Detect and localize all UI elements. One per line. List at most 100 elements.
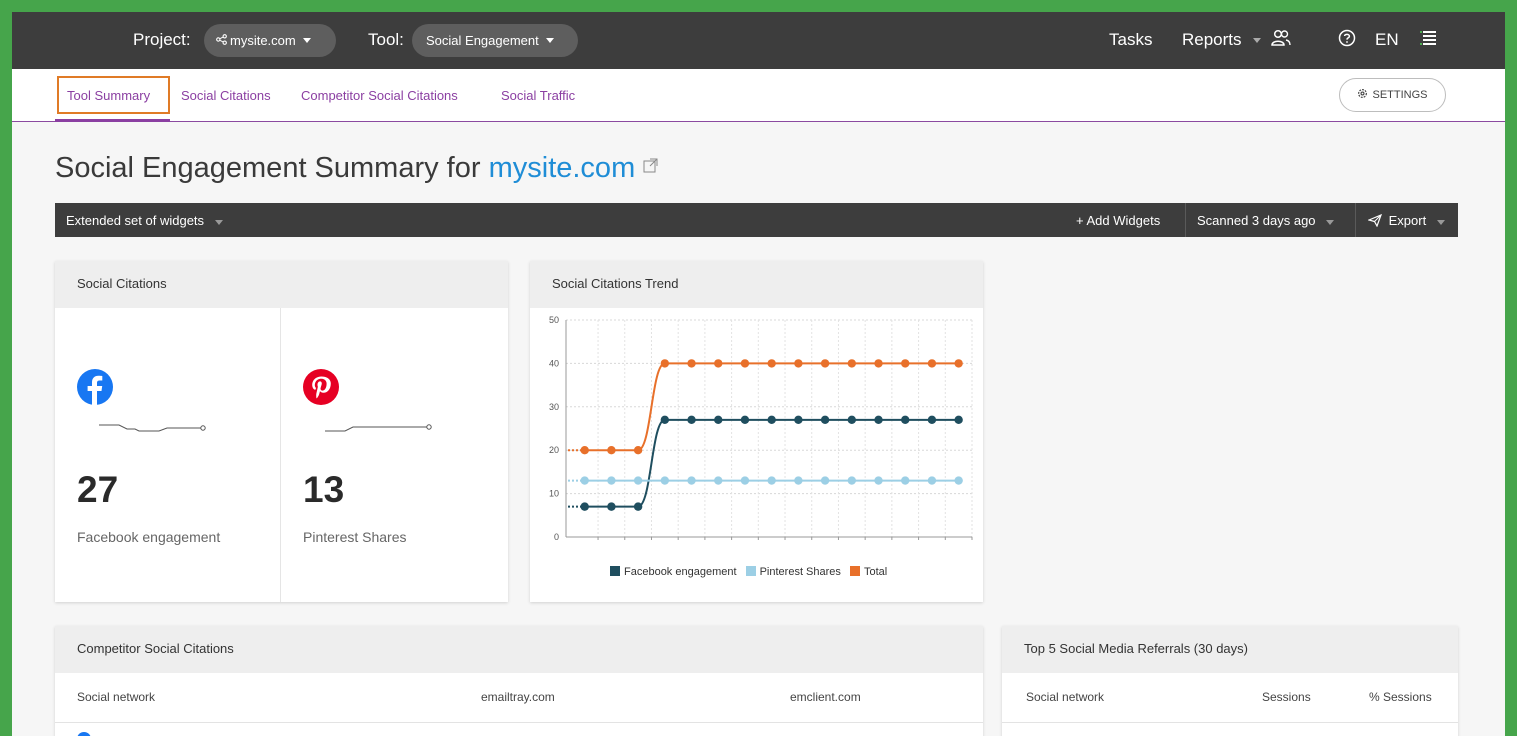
project-value: mysite.com <box>230 33 296 48</box>
data-point <box>607 502 616 511</box>
y-tick-label: 30 <box>549 402 559 412</box>
data-point <box>633 446 643 455</box>
facebook-label: Facebook engagement <box>77 529 221 545</box>
legend-label[interactable]: Pinterest Shares <box>760 566 841 578</box>
facebook-icon <box>77 369 113 410</box>
legend-label[interactable]: Facebook engagement <box>624 566 737 578</box>
data-point <box>607 476 616 485</box>
data-point <box>687 415 696 425</box>
data-point <box>927 476 937 485</box>
tool-selector[interactable]: Social Engagement <box>412 24 578 57</box>
data-point <box>740 476 750 485</box>
data-point <box>847 359 857 368</box>
add-widgets-button[interactable]: + Add Widgets <box>1076 213 1160 228</box>
data-point <box>954 476 963 485</box>
project-label: Project: <box>133 30 191 49</box>
chevron-down-icon <box>302 38 311 43</box>
tab-social-citations[interactable]: Social Citations <box>181 88 271 103</box>
social-citations-widget: Social Citations 27 Facebook engagement … <box>55 261 508 602</box>
data-point <box>901 415 910 425</box>
top-social-referrals-widget: Top 5 Social Media Referrals (30 days) S… <box>1002 626 1458 736</box>
pinterest-count: 13 <box>303 469 345 510</box>
social-citations-trend-widget: Social Citations Trend 0 10 20 30 40 50 Faceb… <box>530 261 983 602</box>
toolbar-divider <box>1185 203 1186 237</box>
settings-label: SETTINGS <box>1372 89 1428 101</box>
y-tick-label: 10 <box>549 489 559 499</box>
data-point <box>901 359 910 368</box>
chevron-down-icon <box>1436 220 1445 225</box>
language-selector[interactable]: EN <box>1375 30 1399 50</box>
data-point <box>954 415 963 425</box>
team-icon[interactable] <box>1269 26 1293 50</box>
column-header[interactable]: Sessions <box>1262 690 1311 704</box>
data-point <box>820 415 830 425</box>
data-point <box>580 446 589 455</box>
data-point <box>580 502 589 511</box>
facebook-stat: 27 Facebook engagement <box>55 308 281 602</box>
chevron-down-icon <box>1253 38 1262 44</box>
legend-swatch <box>745 566 756 576</box>
data-point <box>820 359 830 368</box>
data-point <box>660 476 670 485</box>
reports-menu[interactable]: Reports <box>1182 30 1262 50</box>
export-label: Export <box>1388 213 1427 228</box>
column-header[interactable]: % Sessions <box>1369 690 1432 704</box>
external-link-icon[interactable] <box>643 148 658 181</box>
reports-label: Reports <box>1182 30 1242 49</box>
data-point <box>847 476 857 485</box>
legend-label[interactable]: Total <box>864 566 887 578</box>
scan-status-label: Scanned 3 days ago <box>1197 213 1316 228</box>
data-point <box>954 359 963 368</box>
site-link[interactable]: mysite.com <box>489 152 636 184</box>
tab-social-traffic[interactable]: Social Traffic <box>501 88 575 103</box>
help-icon[interactable] <box>1335 26 1359 50</box>
active-tab-underline <box>55 119 170 122</box>
pinterest-icon <box>303 369 339 410</box>
tabs-bar: Tool Summary Social Citations Competitor… <box>12 69 1505 122</box>
data-point <box>633 476 643 485</box>
data-point <box>714 415 723 425</box>
data-point <box>794 415 803 425</box>
data-point <box>874 415 883 425</box>
data-point <box>714 359 723 368</box>
pinterest-label: Pinterest Shares <box>303 529 407 545</box>
data-point <box>660 359 670 368</box>
data-point <box>901 476 910 485</box>
tab-competitor-social-citations[interactable]: Competitor Social Citations <box>301 88 458 103</box>
table-divider <box>55 722 983 723</box>
export-button[interactable]: Export <box>1367 213 1445 230</box>
menu-icon[interactable] <box>1417 26 1441 50</box>
data-point <box>794 359 803 368</box>
data-point <box>687 476 696 485</box>
pinterest-stat: 13 Pinterest Shares <box>281 308 508 602</box>
data-point <box>767 415 776 425</box>
data-point <box>687 359 696 368</box>
chart-legend: Facebook engagement Pinterest Shares Tot… <box>604 566 887 578</box>
pinterest-sparkline <box>325 424 432 432</box>
data-point <box>767 359 776 368</box>
column-header[interactable]: emclient.com <box>790 690 861 704</box>
scan-status-dropdown[interactable]: Scanned 3 days ago <box>1197 213 1335 228</box>
widget-toolbar: Extended set of widgets + Add Widgets Sc… <box>55 203 1458 237</box>
send-icon <box>1367 213 1383 230</box>
facebook-sparkline <box>99 424 206 432</box>
data-point <box>714 476 723 485</box>
trend-chart: 0 10 20 30 40 50 <box>549 315 973 542</box>
data-point <box>740 359 750 368</box>
chevron-down-icon <box>1326 220 1335 225</box>
facebook-icon <box>77 732 91 736</box>
column-header[interactable]: Social network <box>1026 690 1104 704</box>
tab-tool-summary[interactable]: Tool Summary <box>67 88 150 103</box>
project-selector[interactable]: mysite.com <box>204 24 336 57</box>
column-header[interactable]: emailtray.com <box>481 690 555 704</box>
column-header[interactable]: Social network <box>77 690 155 704</box>
settings-button[interactable]: SETTINGS <box>1339 78 1446 112</box>
y-tick-label: 40 <box>549 358 559 368</box>
widget-set-selector[interactable]: Extended set of widgets <box>66 213 223 228</box>
tasks-link[interactable]: Tasks <box>1109 30 1152 50</box>
data-point <box>820 476 830 485</box>
data-point <box>874 359 883 368</box>
page-title: Social Engagement Summary for mysite.com <box>55 148 658 185</box>
data-point <box>633 502 643 511</box>
app-window: Project: mysite.com Tool: Social Engagem… <box>12 12 1505 736</box>
